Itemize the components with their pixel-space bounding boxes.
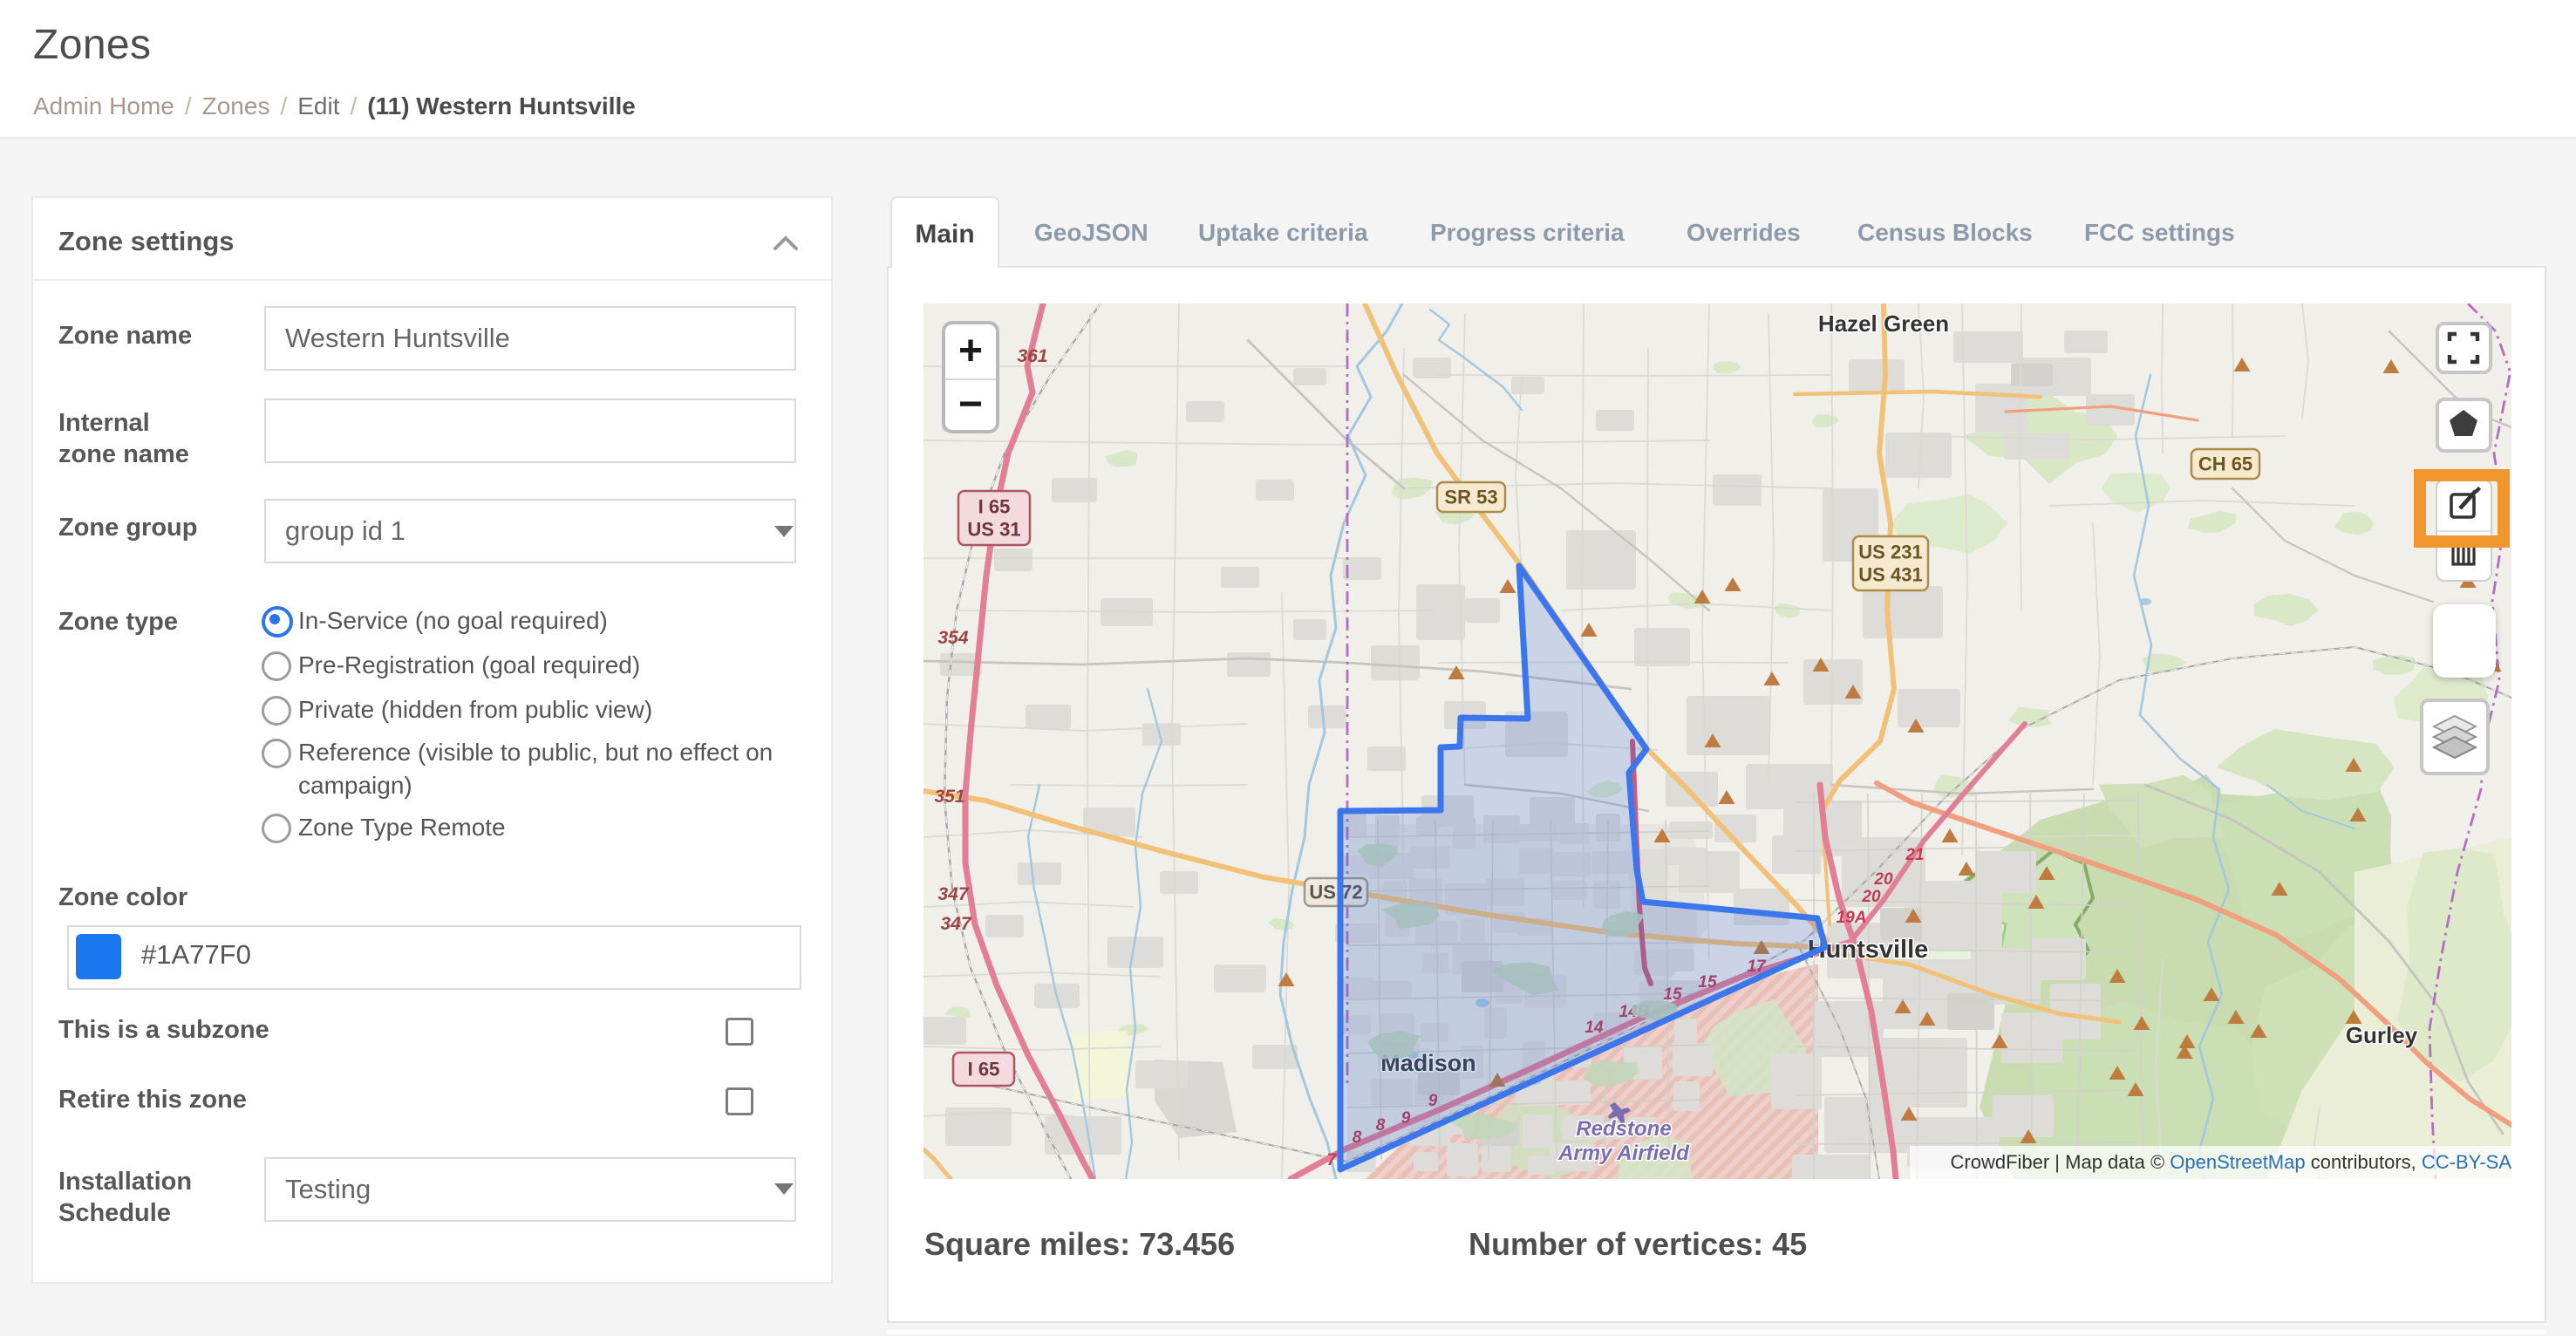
svg-text:354: 354 <box>937 628 968 648</box>
svg-text:20: 20 <box>1873 870 1893 889</box>
svg-text:SR 53: SR 53 <box>1444 487 1497 508</box>
svg-text:20: 20 <box>1861 888 1881 906</box>
svg-text:US 31: US 31 <box>967 519 1020 541</box>
svg-text:21: 21 <box>1905 846 1924 864</box>
svg-text:I 65: I 65 <box>968 1059 1000 1080</box>
svg-text:Gurley: Gurley <box>2346 1022 2418 1048</box>
svg-text:19A: 19A <box>1837 909 1867 927</box>
svg-text:361: 361 <box>1017 346 1047 366</box>
svg-text:CH 65: CH 65 <box>2198 453 2252 475</box>
svg-text:Army Airfield: Army Airfield <box>1557 1142 1690 1165</box>
svg-text:347: 347 <box>937 884 969 904</box>
svg-text:US 231: US 231 <box>1858 542 1922 563</box>
svg-text:347: 347 <box>940 914 971 934</box>
svg-text:351: 351 <box>934 787 964 807</box>
svg-text:I 65: I 65 <box>978 496 1011 518</box>
svg-text:US 431: US 431 <box>1858 564 1922 586</box>
svg-text:7: 7 <box>1327 1151 1338 1169</box>
svg-text:Hazel Green: Hazel Green <box>1818 310 1949 337</box>
